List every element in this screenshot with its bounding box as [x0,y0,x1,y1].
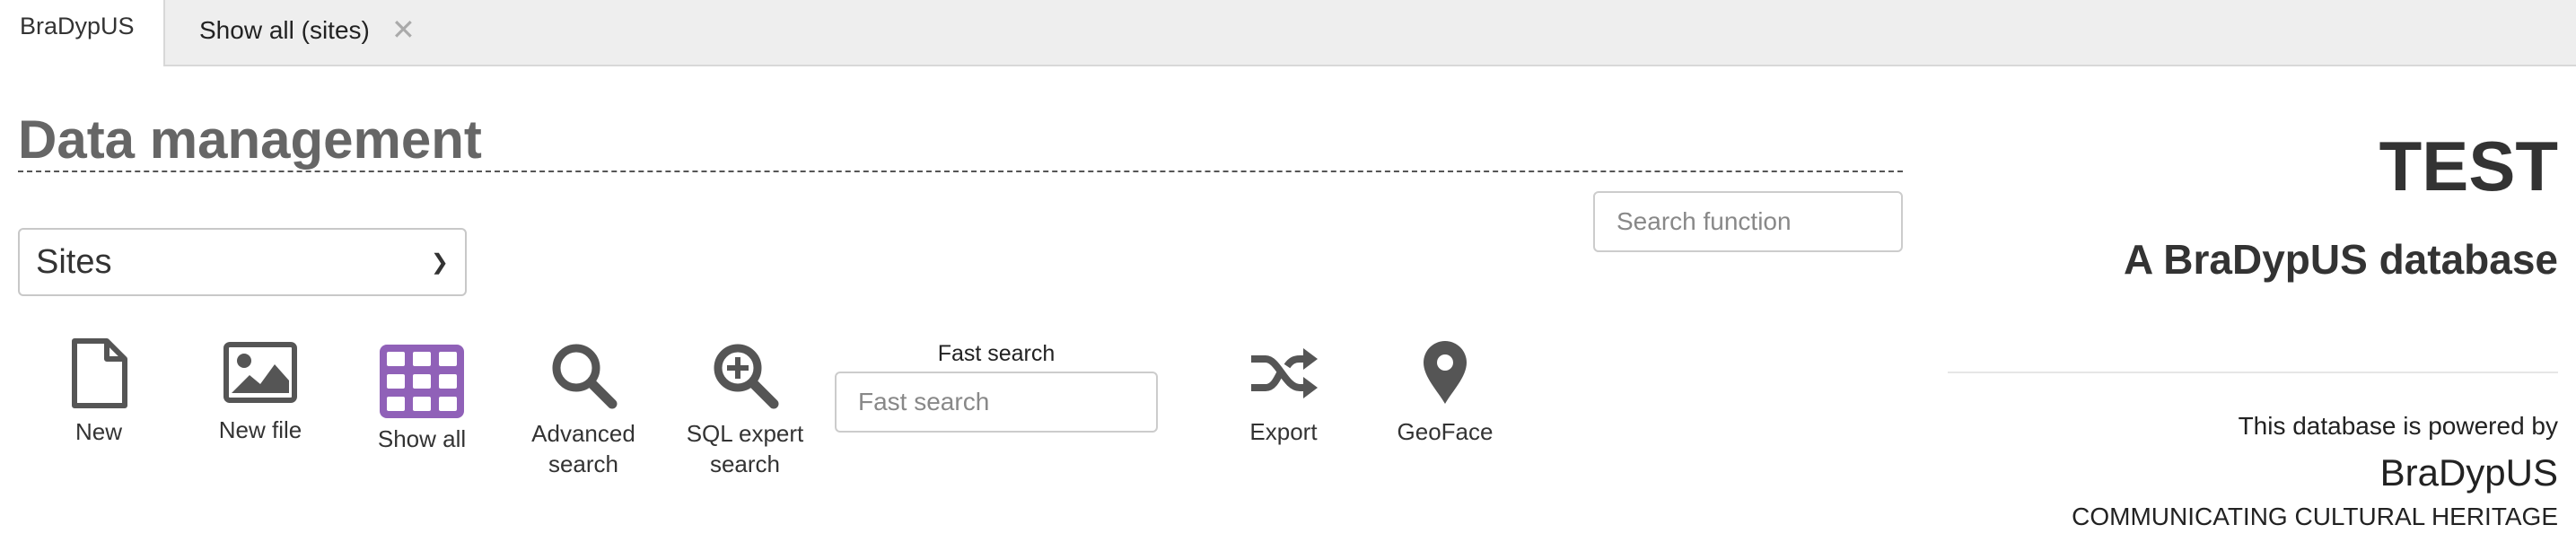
table-grid-icon [380,345,464,418]
brand-tagline: COMMUNICATING CULTURAL HERITAGE [2072,503,2558,530]
powered-by-text: This database is powered by [2238,412,2558,440]
page-title: Data management [18,108,1903,172]
advanced-search-label-2: search [548,450,619,477]
advanced-search-button[interactable]: Advanced search [521,341,646,479]
fast-search-label: Fast search [937,341,1056,366]
map-marker-icon [1424,341,1467,404]
advanced-search-label-1: Advanced [531,420,635,447]
brand-name: BraDypUS [2379,451,2558,494]
export-label: Export [1249,418,1318,445]
search-icon [552,344,618,409]
database-subtitle: A BraDypUS database [2123,236,2558,283]
sql-expert-search-label-2: search [709,450,781,477]
show-all-button[interactable]: Show all [377,345,467,454]
database-name: TEST [2379,127,2558,206]
random-icon [1251,348,1318,398]
table-select-value: Sites [36,242,112,281]
chevron-down-icon: ❯ [430,249,449,275]
geoface-label: GeoFace [1397,418,1494,445]
close-icon[interactable]: ✕ [391,13,416,47]
zoom-in-icon [714,344,779,409]
new-file-label: New file [218,416,302,443]
new-button[interactable]: New [54,337,144,447]
sql-expert-search-button[interactable]: SQL expert search [678,341,812,479]
new-file-button[interactable]: New file [206,341,314,445]
image-icon [223,342,297,403]
search-function-input[interactable] [1593,191,1903,252]
geoface-button[interactable]: GeoFace [1391,341,1499,447]
fast-search-input[interactable] [835,372,1158,433]
tab-show-all-sites[interactable]: Show all (sites) [199,16,370,45]
export-button[interactable]: Export [1239,341,1328,447]
tab-bar: BraDypUS Show all (sites) ✕ [0,0,2576,66]
divider [1948,372,2558,373]
new-label: New [74,418,122,445]
table-select[interactable]: Sites ❯ [18,228,467,296]
tab-home[interactable]: BraDypUS [0,0,165,66]
file-icon [72,338,127,408]
sql-expert-search-label-1: SQL expert [686,420,804,447]
show-all-label: Show all [377,425,467,452]
